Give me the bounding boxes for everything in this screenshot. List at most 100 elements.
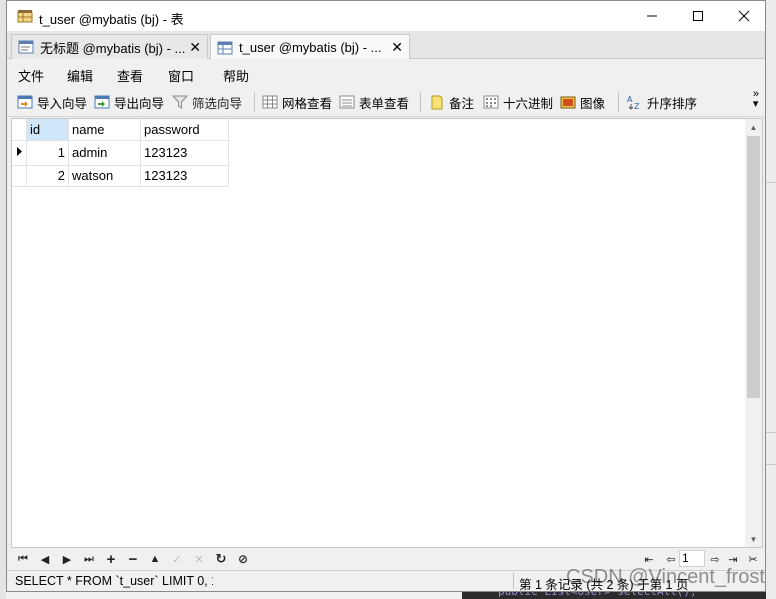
row-marker-header xyxy=(12,119,27,141)
toolbar: 导入向导 导出向导 筛选向导 网格查看 表单查看 备注 十六进制 图像 A Z … xyxy=(7,87,765,117)
table-icon xyxy=(17,10,33,23)
last-page-icon[interactable]: ⇥ xyxy=(725,551,741,567)
column-header-id[interactable]: id xyxy=(26,119,69,141)
tab-t-user-table[interactable]: t_user @mybatis (bj) - ... ✕ xyxy=(210,34,410,60)
csdn-watermark: CSDN @Vincent_frost xyxy=(566,566,765,588)
current-row-indicator-icon xyxy=(12,140,27,166)
filter-wizard-label: 筛选向导 xyxy=(192,96,243,111)
sort-ascending-label: 升序排序 xyxy=(647,96,698,111)
first-record-icon[interactable]: ⏮ xyxy=(15,551,31,567)
row-marker xyxy=(12,165,27,187)
table-icon xyxy=(217,41,233,54)
first-page-icon[interactable]: ⇤ xyxy=(641,551,657,567)
toolbar-divider xyxy=(420,92,421,112)
scrollbar-thumb[interactable] xyxy=(747,136,760,398)
discard-changes-icon: ✕ xyxy=(194,553,204,566)
cell-name[interactable]: admin xyxy=(68,140,141,166)
cell-id[interactable]: 2 xyxy=(26,165,69,187)
tab-close-icon[interactable]: ✕ xyxy=(189,39,201,56)
export-icon xyxy=(94,95,110,109)
previous-page-icon[interactable]: ⇦ xyxy=(663,551,679,567)
scroll-down-icon[interactable]: ▼ xyxy=(745,531,762,547)
last-record-icon[interactable]: ⏭ xyxy=(81,551,97,567)
maximize-button[interactable] xyxy=(675,1,721,31)
add-record-icon[interactable]: + xyxy=(103,551,119,568)
stop-icon[interactable]: ⊘ xyxy=(235,551,251,567)
title-bar: t_user @mybatis (bj) - 表 xyxy=(7,1,765,31)
import-wizard-label: 导入向导 xyxy=(37,96,88,111)
cell-password[interactable]: 123123 xyxy=(140,165,229,187)
tab-label: 无标题 @mybatis (bj) - ... xyxy=(40,40,186,56)
menu-view[interactable]: 查看 xyxy=(117,66,143,85)
page-settings-icon[interactable]: ✂ xyxy=(745,551,761,567)
memo-button[interactable]: 备注 xyxy=(429,93,474,111)
form-view-label: 表单查看 xyxy=(359,96,410,111)
svg-text:Z: Z xyxy=(634,102,640,110)
background-app-right-edge xyxy=(766,0,776,599)
query-icon xyxy=(18,40,34,54)
image-icon xyxy=(560,96,576,109)
previous-record-icon[interactable]: ◀ xyxy=(37,551,53,567)
cell-password[interactable]: 123123 xyxy=(140,140,229,166)
cell-name[interactable]: watson xyxy=(68,165,141,187)
image-button[interactable]: 图像 xyxy=(560,93,605,111)
apply-changes-icon[interactable]: ▲ xyxy=(147,551,163,567)
form-view-button[interactable]: 表单查看 xyxy=(339,93,409,111)
tab-bar: 无标题 @mybatis (bj) - ... ✕ t_user @mybati… xyxy=(7,31,765,60)
cell-id[interactable]: 1 xyxy=(26,140,69,166)
next-record-icon[interactable]: ▶ xyxy=(59,551,75,567)
toolbar-overflow-chevron-icon[interactable]: » ▾ xyxy=(753,89,759,110)
page-number-input[interactable]: 1 xyxy=(679,550,705,567)
close-icon xyxy=(738,10,750,22)
grid-view-button[interactable]: 网格查看 xyxy=(262,93,332,111)
navicat-table-window: t_user @mybatis (bj) - 表 无标题 @mybatis (b… xyxy=(6,0,766,592)
data-grid: id name password 1 admin 123123 2 watson… xyxy=(11,118,763,548)
hex-button[interactable]: 十六进制 xyxy=(483,93,553,111)
tab-label: t_user @mybatis (bj) - ... xyxy=(239,40,382,55)
scroll-up-icon[interactable]: ▲ xyxy=(745,119,762,135)
menu-edit[interactable]: 编辑 xyxy=(67,66,93,85)
filter-wizard-button[interactable]: 筛选向导 xyxy=(172,93,242,111)
table-row[interactable]: 2 watson 123123 xyxy=(12,165,229,187)
refresh-icon[interactable]: ↻ xyxy=(213,551,229,567)
current-row-arrow-icon xyxy=(17,146,22,156)
filter-icon xyxy=(172,95,188,109)
import-wizard-button[interactable]: 导入向导 xyxy=(17,93,87,111)
sort-ascending-button[interactable]: A Z 升序排序 xyxy=(627,93,697,111)
minimize-icon xyxy=(647,15,657,17)
column-header-name[interactable]: name xyxy=(68,119,141,141)
hex-icon xyxy=(483,95,499,109)
menu-help[interactable]: 帮助 xyxy=(223,66,249,85)
toolbar-divider xyxy=(254,92,255,112)
vertical-scrollbar[interactable]: ▲ ▼ xyxy=(745,119,762,547)
maximize-icon xyxy=(693,11,703,21)
form-icon xyxy=(339,95,355,109)
menu-file[interactable]: 文件 xyxy=(18,66,44,85)
memo-label: 备注 xyxy=(449,96,475,111)
grid-icon xyxy=(262,95,278,109)
window-title: t_user @mybatis (bj) - 表 xyxy=(39,12,184,27)
minimize-button[interactable] xyxy=(629,1,675,31)
tab-untitled-query[interactable]: 无标题 @mybatis (bj) - ... ✕ xyxy=(11,34,208,59)
export-wizard-button[interactable]: 导出向导 xyxy=(94,93,164,111)
grid-view-label: 网格查看 xyxy=(282,96,333,111)
svg-text:A: A xyxy=(627,95,633,104)
tab-close-icon[interactable]: ✕ xyxy=(391,39,403,56)
menu-window[interactable]: 窗口 xyxy=(168,66,194,85)
image-label: 图像 xyxy=(580,96,606,111)
status-sql-query: SELECT * FROM `t_user` LIMIT 0, 1000 xyxy=(15,574,213,588)
table-row[interactable]: 1 admin 123123 xyxy=(12,140,229,166)
sort-ascending-icon: A Z xyxy=(627,95,640,110)
memo-icon xyxy=(431,95,443,110)
export-wizard-label: 导出向导 xyxy=(114,96,165,111)
delete-record-icon[interactable]: − xyxy=(125,551,141,568)
close-button[interactable] xyxy=(721,1,767,31)
menu-bar: 文件 编辑 查看 窗口 帮助 xyxy=(7,59,765,87)
results-table: id name password 1 admin 123123 2 watson… xyxy=(12,119,229,187)
column-header-password[interactable]: password xyxy=(140,119,229,141)
hex-label: 十六进制 xyxy=(503,96,554,111)
toolbar-divider xyxy=(618,92,619,112)
import-icon xyxy=(17,95,33,109)
next-page-icon[interactable]: ⇨ xyxy=(707,551,723,567)
status-divider xyxy=(513,573,514,589)
